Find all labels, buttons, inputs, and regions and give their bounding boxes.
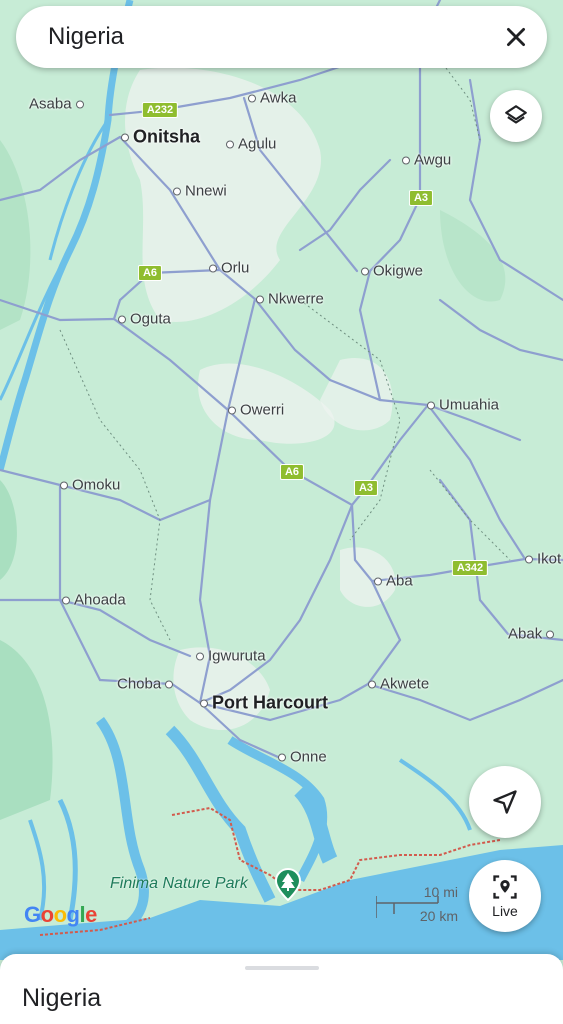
search-input[interactable]: Nigeria <box>48 23 124 51</box>
place-label[interactable]: Akwete <box>364 676 429 693</box>
live-label: Live <box>492 903 518 919</box>
place-name: Abak <box>508 625 543 643</box>
place-dot <box>196 652 204 661</box>
place-dot <box>121 133 129 142</box>
place-label[interactable]: Onitsha <box>117 127 200 148</box>
place-dot <box>525 555 533 564</box>
place-name: Ikot <box>537 550 562 568</box>
search-bar[interactable]: Nigeria <box>16 6 547 68</box>
place-name: Owerri <box>240 401 285 419</box>
place-label[interactable]: Agulu <box>222 136 276 153</box>
road-shield: A6 <box>279 464 305 480</box>
map-scale: 10 mi 20 km <box>376 884 458 924</box>
place-dot <box>226 140 234 149</box>
place-name: Okigwe <box>373 262 424 280</box>
place-name: Igwuruta <box>208 647 266 665</box>
place-name: Onne <box>290 748 327 766</box>
place-name: Aba <box>386 572 413 590</box>
place-dot <box>402 156 410 165</box>
poi-label[interactable]: Finima Nature Park <box>110 875 248 893</box>
google-logo: Google <box>24 902 97 927</box>
place-name: Orlu <box>221 259 250 277</box>
place-label[interactable]: Abak <box>508 626 558 643</box>
place-label[interactable]: Umuahia <box>423 397 499 414</box>
place-label[interactable]: Onne <box>274 749 327 766</box>
place-name: Awgu <box>414 151 452 169</box>
place-name: Umuahia <box>439 396 500 414</box>
place-name: Asaba <box>29 95 72 113</box>
place-name: Awka <box>260 89 297 107</box>
place-dot <box>546 630 555 639</box>
place-dot <box>200 699 208 708</box>
place-dot <box>361 267 369 276</box>
scale-km: 20 km <box>419 908 458 924</box>
place-name: Agulu <box>238 135 277 153</box>
place-name: Choba <box>117 675 162 693</box>
layers-button[interactable] <box>490 90 542 142</box>
place-name: Nkwerre <box>268 290 324 308</box>
sheet-drag-handle[interactable] <box>245 966 319 970</box>
place-dot <box>173 187 181 196</box>
place-dot <box>368 680 376 689</box>
place-name: Oguta <box>130 310 171 328</box>
place-dot <box>118 315 126 324</box>
place-label[interactable]: Asaba <box>29 96 88 113</box>
bottom-sheet[interactable]: Nigeria <box>0 954 563 1024</box>
place-name: Port Harcourt <box>212 692 329 713</box>
live-view-icon <box>493 875 517 899</box>
place-dot <box>228 406 236 415</box>
place-label[interactable]: Port Harcourt <box>196 693 328 714</box>
place-label[interactable]: Awka <box>244 90 296 107</box>
road-shield: A3 <box>408 190 434 206</box>
place-name: Akwete <box>380 675 430 693</box>
place-dot <box>60 481 68 490</box>
my-location-button[interactable] <box>469 766 541 838</box>
close-icon[interactable] <box>503 24 529 50</box>
place-label[interactable]: Orlu <box>205 260 249 277</box>
place-name: Nnewi <box>185 182 227 200</box>
place-dot <box>427 401 435 410</box>
place-dot <box>165 680 174 689</box>
tree-icon[interactable] <box>274 867 302 901</box>
place-label[interactable]: Aba <box>370 573 413 590</box>
place-label[interactable]: Okigwe <box>357 263 423 280</box>
place-label[interactable]: Ikot <box>521 551 561 568</box>
place-label[interactable]: Omoku <box>56 477 120 494</box>
place-label[interactable]: Ahoada <box>58 592 126 609</box>
sheet-title: Nigeria <box>22 984 102 1012</box>
place-dot <box>248 94 256 103</box>
place-label[interactable]: Choba <box>117 676 177 693</box>
road-shield: A3 <box>353 480 379 496</box>
place-label[interactable]: Oguta <box>114 311 171 328</box>
layers-icon <box>505 105 527 124</box>
place-dot <box>75 100 84 109</box>
place-label[interactable]: Awgu <box>398 152 451 169</box>
scale-miles: 10 mi <box>423 884 458 900</box>
place-dot <box>374 577 382 586</box>
place-name: Omoku <box>72 476 121 494</box>
road-shield: A6 <box>137 265 163 281</box>
place-label[interactable]: Nkwerre <box>252 291 324 308</box>
place-label[interactable]: Igwuruta <box>192 648 266 665</box>
place-label[interactable]: Nnewi <box>169 183 227 200</box>
place-dot <box>209 264 217 273</box>
live-view-button[interactable]: Live <box>469 860 541 932</box>
place-name: Onitsha <box>133 126 201 147</box>
road-shield: A342 <box>451 560 489 576</box>
place-dot <box>256 295 264 304</box>
road-shield: A232 <box>141 102 179 118</box>
place-dot <box>278 753 286 762</box>
place-name: Ahoada <box>74 591 126 609</box>
place-dot <box>62 596 70 605</box>
place-label[interactable]: Owerri <box>224 402 284 419</box>
navigation-arrow-icon <box>493 790 517 814</box>
